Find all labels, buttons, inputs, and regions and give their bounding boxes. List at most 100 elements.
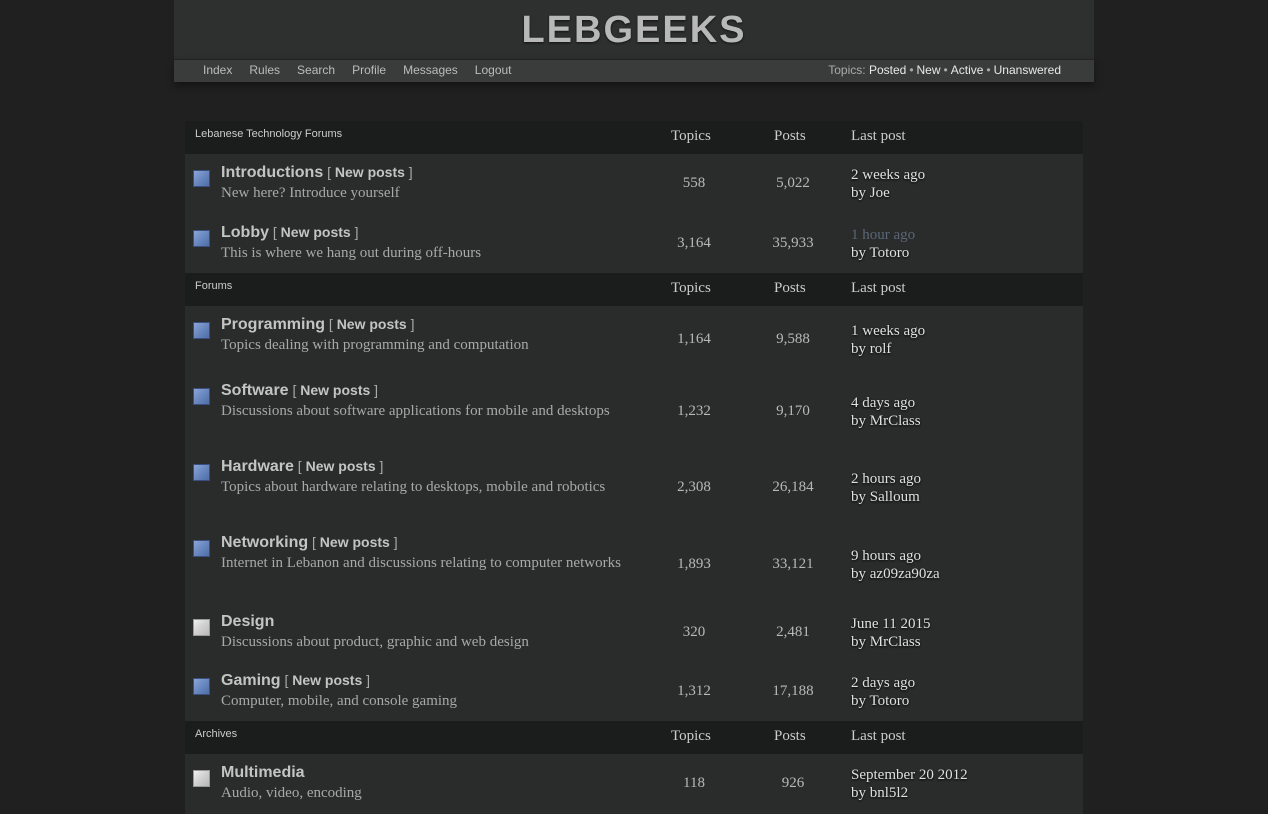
last-post-time[interactable]: 9 hours ago [851, 547, 940, 565]
last-post: 2 weeks ago by Joe [851, 166, 925, 202]
forum-name-link[interactable]: Multimedia [221, 764, 305, 782]
topics-new-link[interactable]: New [917, 63, 941, 77]
topics-active-link[interactable]: Active [951, 63, 984, 77]
last-post-time[interactable]: 4 days ago [851, 394, 921, 412]
topics-column-header: Topics [671, 128, 711, 144]
last-post-author[interactable]: by bnl5l2 [851, 784, 968, 802]
new-posts-label[interactable]: New posts [306, 458, 376, 474]
new-posts-link[interactable]: [ New posts ] [281, 672, 370, 688]
post-count: 26,184 [772, 479, 814, 495]
new-posts-label[interactable]: New posts [335, 164, 405, 180]
topic-count: 320 [682, 624, 706, 640]
new-posts-link[interactable]: [ New posts ] [289, 382, 378, 398]
forum-name[interactable]: Design [221, 613, 274, 630]
nav-index-link[interactable]: Index [203, 63, 232, 77]
new-posts-label[interactable]: New posts [281, 224, 351, 240]
last-post-time[interactable]: 1 hour ago [851, 226, 915, 244]
nav-links: Index Rules Search Profile Messages Logout [203, 63, 529, 77]
last-post-author[interactable]: by Totoro [851, 244, 915, 262]
post-count: 17,188 [772, 683, 814, 699]
forum-name[interactable]: Software [221, 382, 289, 399]
topic-count: 558 [682, 175, 706, 191]
topic-count: 1,232 [677, 403, 711, 419]
forum-status-icon [193, 170, 210, 187]
forum-name[interactable]: Lobby [221, 224, 269, 241]
last-post-time[interactable]: 2 hours ago [851, 470, 921, 488]
forum-name-link[interactable]: Introductions [ New posts ] [221, 164, 413, 182]
new-posts-link[interactable]: [ New posts ] [269, 224, 359, 240]
topics-column-header: Topics [671, 280, 711, 296]
forum-status-icon [193, 678, 210, 695]
topics-unanswered-link[interactable]: Unanswered [994, 63, 1061, 77]
topic-count: 1,164 [677, 331, 711, 347]
forum-description: Audio, video, encoding [221, 785, 362, 801]
new-posts-label[interactable]: New posts [337, 316, 407, 332]
last-post-time[interactable]: June 11 2015 [851, 615, 930, 633]
category-title[interactable]: Lebanese Technology Forums [195, 128, 342, 140]
last-post-time[interactable]: 2 weeks ago [851, 166, 925, 184]
category-title[interactable]: Archives [195, 728, 237, 740]
last-post: 1 hour ago by Totoro [851, 226, 915, 262]
new-posts-link[interactable]: [ New posts ] [325, 316, 415, 332]
forum-description: New here? Introduce yourself [221, 185, 400, 201]
last-post-author[interactable]: by az09za90za [851, 565, 940, 583]
category-title[interactable]: Forums [195, 280, 232, 292]
forum-name-link[interactable]: Gaming [ New posts ] [221, 672, 370, 690]
forum-name[interactable]: Gaming [221, 672, 281, 689]
new-posts-label[interactable]: New posts [320, 534, 390, 550]
new-posts-link[interactable]: [ New posts ] [308, 534, 398, 550]
forum-name[interactable]: Networking [221, 534, 308, 551]
last-post-author[interactable]: by MrClass [851, 633, 930, 651]
post-count: 33,121 [772, 556, 814, 572]
forum-description: Discussions about product, graphic and w… [221, 634, 529, 650]
forum-name[interactable]: Multimedia [221, 764, 305, 781]
last-post-time[interactable]: 2 days ago [851, 674, 915, 692]
forum-name[interactable]: Programming [221, 316, 325, 333]
forum-name-link[interactable]: Software [ New posts ] [221, 382, 378, 400]
forum-row: Gaming [ New posts ] Computer, mobile, an… [185, 662, 1083, 721]
new-posts-link[interactable]: [ New posts ] [323, 164, 413, 180]
new-posts-link[interactable]: [ New posts ] [294, 458, 384, 474]
new-posts-label[interactable]: New posts [292, 672, 362, 688]
topics-label: Topics: [828, 63, 866, 77]
forum-name-link[interactable]: Programming [ New posts ] [221, 316, 414, 334]
nav-search-link[interactable]: Search [297, 63, 335, 77]
last-post-author[interactable]: by Joe [851, 184, 925, 202]
forum-status-icon [193, 464, 210, 481]
nav-rules-link[interactable]: Rules [249, 63, 280, 77]
last-post-time[interactable]: September 20 2012 [851, 766, 968, 784]
nav-profile-link[interactable]: Profile [352, 63, 386, 77]
post-count: 926 [781, 775, 805, 791]
forum-name-link[interactable]: Lobby [ New posts ] [221, 224, 358, 242]
separator: • [986, 63, 991, 77]
forum-row: Lobby [ New posts ] This is where we hang… [185, 214, 1083, 273]
forum-description: Topics about hardware relating to deskto… [221, 479, 606, 495]
forum-name-link[interactable]: Design [221, 613, 274, 631]
topic-count: 118 [683, 775, 705, 791]
last-post-author[interactable]: by Salloum [851, 488, 921, 506]
category-header: Archives Topics Posts Last post [185, 721, 1083, 754]
new-posts-label[interactable]: New posts [300, 382, 370, 398]
nav-logout-link[interactable]: Logout [475, 63, 512, 77]
last-post-author[interactable]: by Totoro [851, 692, 915, 710]
site-title[interactable]: LEBGEEKS [174, 0, 1094, 60]
forum-name[interactable]: Introductions [221, 164, 323, 181]
post-count: 2,481 [776, 624, 810, 640]
separator: • [909, 63, 914, 77]
forum-description: Internet in Lebanon and discussions rela… [221, 555, 621, 571]
last-post-author[interactable]: by MrClass [851, 412, 921, 430]
forum-index: Lebanese Technology Forums Topics Posts Las… [185, 121, 1083, 814]
last-post: 2 days ago by Totoro [851, 674, 915, 710]
last-post-author[interactable]: by rolf [851, 340, 925, 358]
forum-name-link[interactable]: Hardware [ New posts ] [221, 458, 383, 476]
post-count: 9,588 [776, 331, 810, 347]
post-count: 9,170 [776, 403, 810, 419]
forum-name-link[interactable]: Networking [ New posts ] [221, 534, 398, 552]
topics-column-header: Topics [671, 728, 711, 744]
nav-messages-link[interactable]: Messages [403, 63, 458, 77]
last-post-time[interactable]: 1 weeks ago [851, 322, 925, 340]
forum-name[interactable]: Hardware [221, 458, 294, 475]
topics-posted-link[interactable]: Posted [869, 63, 906, 77]
last-post: 4 days ago by MrClass [851, 394, 921, 430]
topic-filters: Topics: Posted • New • Active • Unanswered [828, 63, 1061, 77]
